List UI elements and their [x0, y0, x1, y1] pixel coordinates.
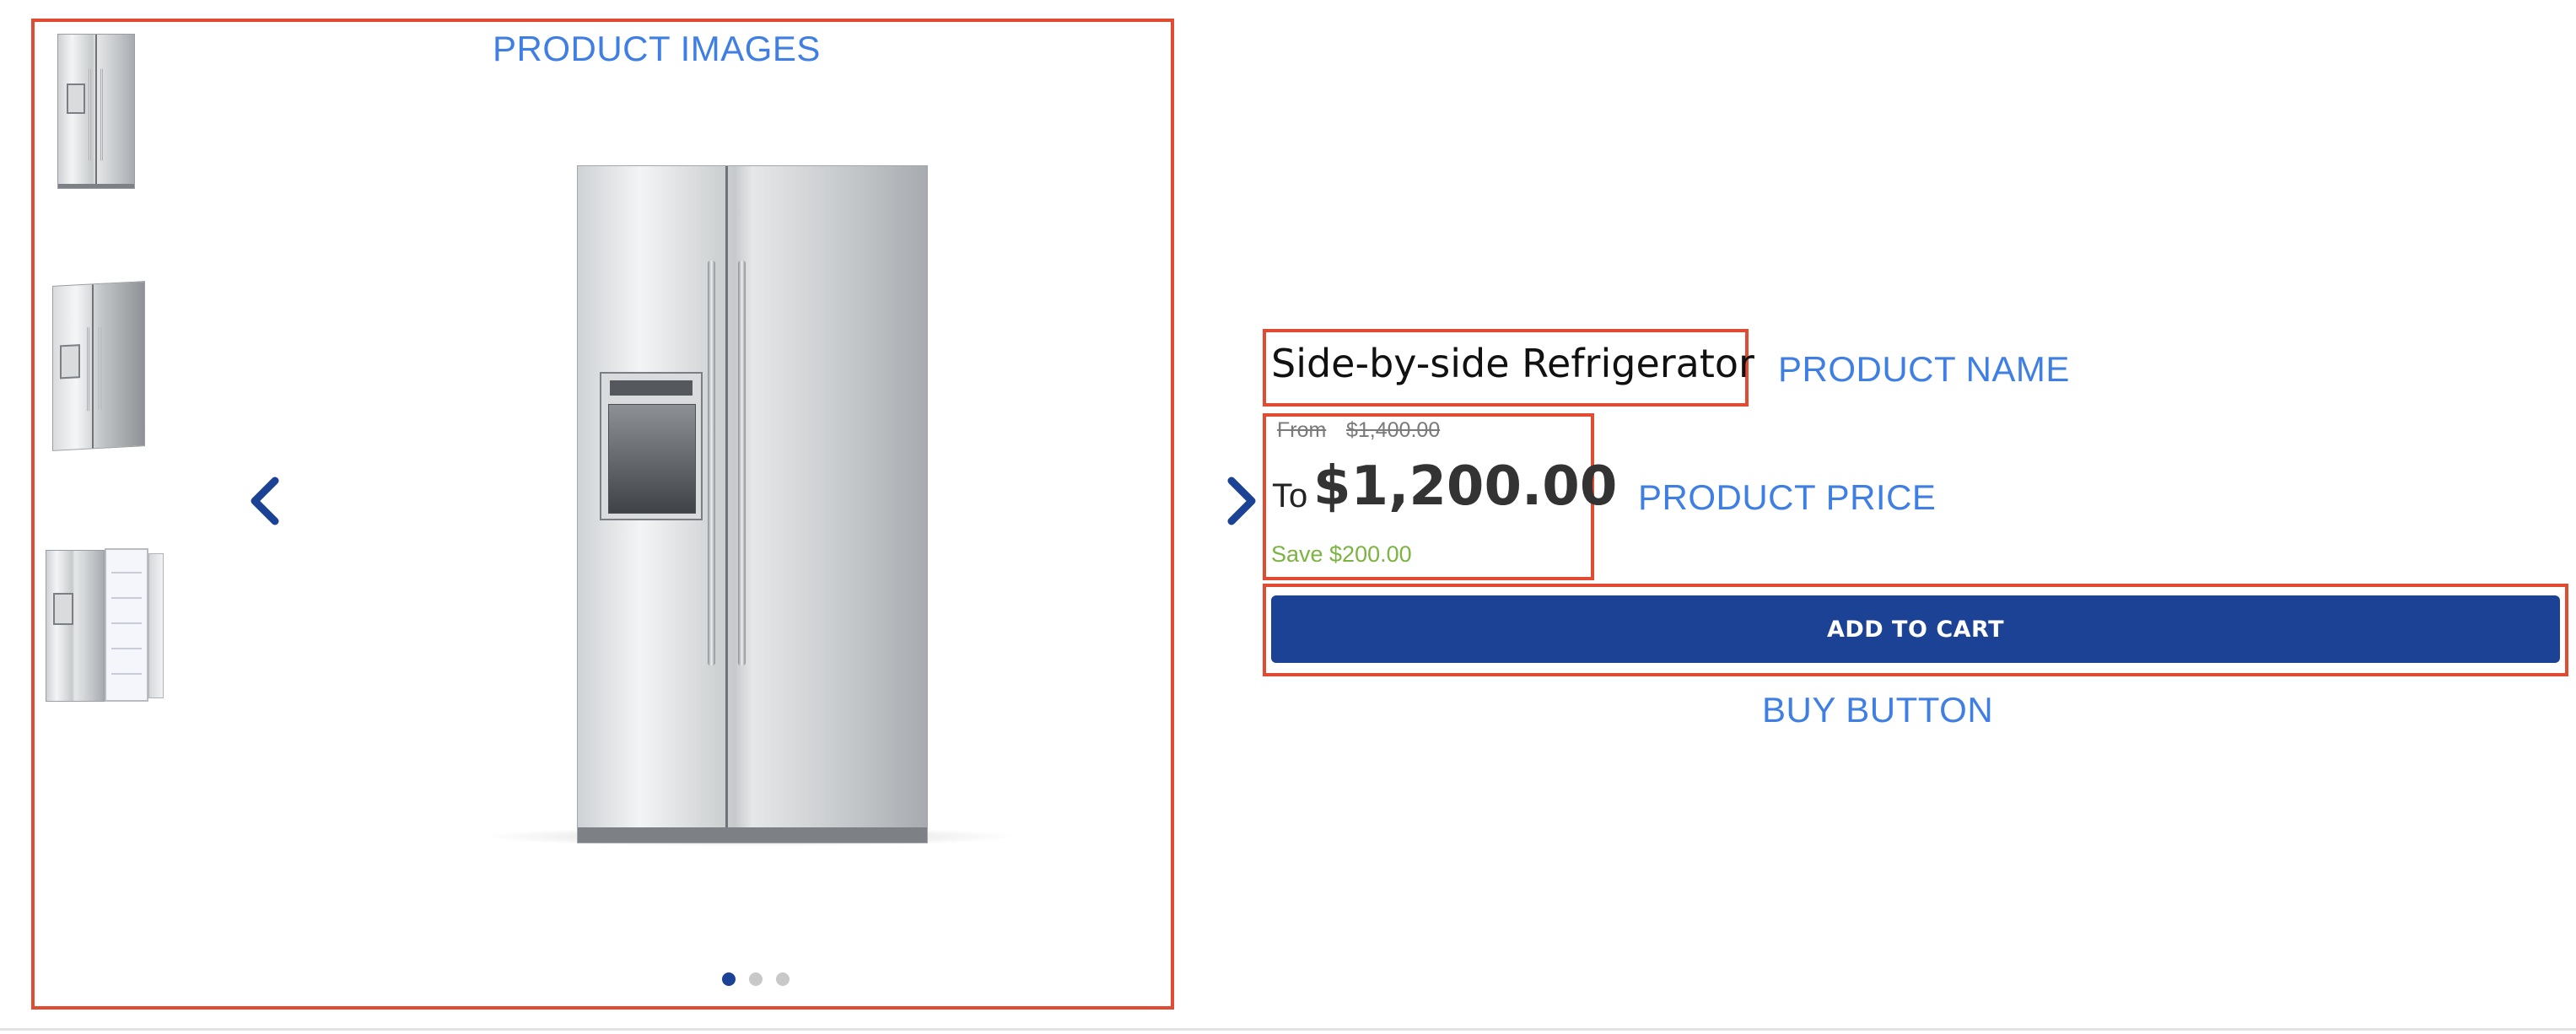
thumbnail-front[interactable]: [54, 34, 138, 194]
thumbnail-angled[interactable]: [46, 281, 155, 452]
chevron-right-icon[interactable]: [1225, 476, 1260, 526]
price-from-label: From: [1277, 418, 1327, 442]
product-name: Side-by-side Refrigerator: [1271, 341, 1754, 386]
bottom-divider: [0, 1028, 2576, 1031]
add-to-cart-button[interactable]: ADD TO CART: [1271, 595, 2560, 663]
original-price: $1,400.00: [1346, 418, 1441, 442]
price-to-label: To: [1272, 477, 1308, 514]
main-product-image: [472, 160, 1046, 852]
product-name-annotation: PRODUCT NAME: [1778, 349, 2070, 389]
savings-text: Save $200.00: [1271, 541, 1412, 567]
sale-price: $1,200.00: [1313, 455, 1618, 518]
product-images-annotation: PRODUCT IMAGES: [493, 29, 821, 68]
carousel-dot-1[interactable]: [722, 972, 736, 986]
carousel-dot-3[interactable]: [776, 972, 790, 986]
chevron-left-icon[interactable]: [246, 476, 282, 526]
thumbnail-open[interactable]: [37, 548, 172, 708]
buy-button-annotation: BUY BUTTON: [1762, 690, 1994, 730]
carousel-dot-2[interactable]: [749, 972, 763, 986]
product-price-annotation: PRODUCT PRICE: [1638, 477, 1937, 517]
